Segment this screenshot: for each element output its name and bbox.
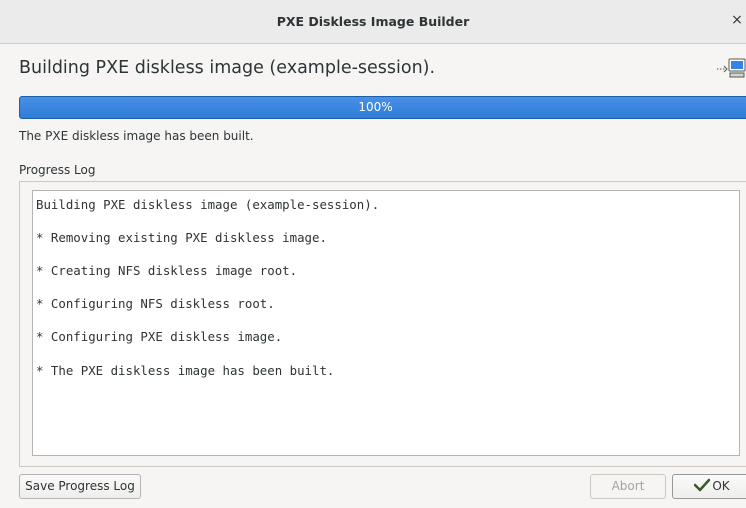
progress-log-label: Progress Log [19,163,96,177]
title-bar[interactable]: PXE Diskless Image Builder × [0,0,746,44]
page-heading: Building PXE diskless image (example-ses… [19,58,436,78]
log-line: * Creating NFS diskless image root. [36,263,298,278]
log-line: * Removing existing PXE diskless image. [36,230,327,245]
progress-log-textarea[interactable]: Building PXE diskless image (example-ses… [32,190,740,456]
network-transfer-icon [716,56,746,80]
log-line: * The PXE diskless image has been built. [36,363,335,378]
status-message: The PXE diskless image has been built. [19,129,254,143]
save-progress-log-button[interactable]: Save Progress Log [19,474,141,499]
window-title: PXE Diskless Image Builder [276,14,470,29]
ok-label: OK [712,479,730,493]
ok-button[interactable]: OK [672,474,746,499]
check-icon [694,477,711,492]
progress-bar: 100% [19,96,746,119]
close-icon[interactable]: × [730,10,744,30]
log-line: Building PXE diskless image (example-ses… [36,197,380,212]
progress-label: 100% [358,100,393,114]
dialog-window: PXE Diskless Image Builder × Building PX… [0,0,746,508]
log-line: * Configuring PXE diskless image. [36,329,283,344]
log-line: * Configuring NFS diskless root. [36,296,275,311]
abort-button[interactable]: Abort [590,474,666,499]
